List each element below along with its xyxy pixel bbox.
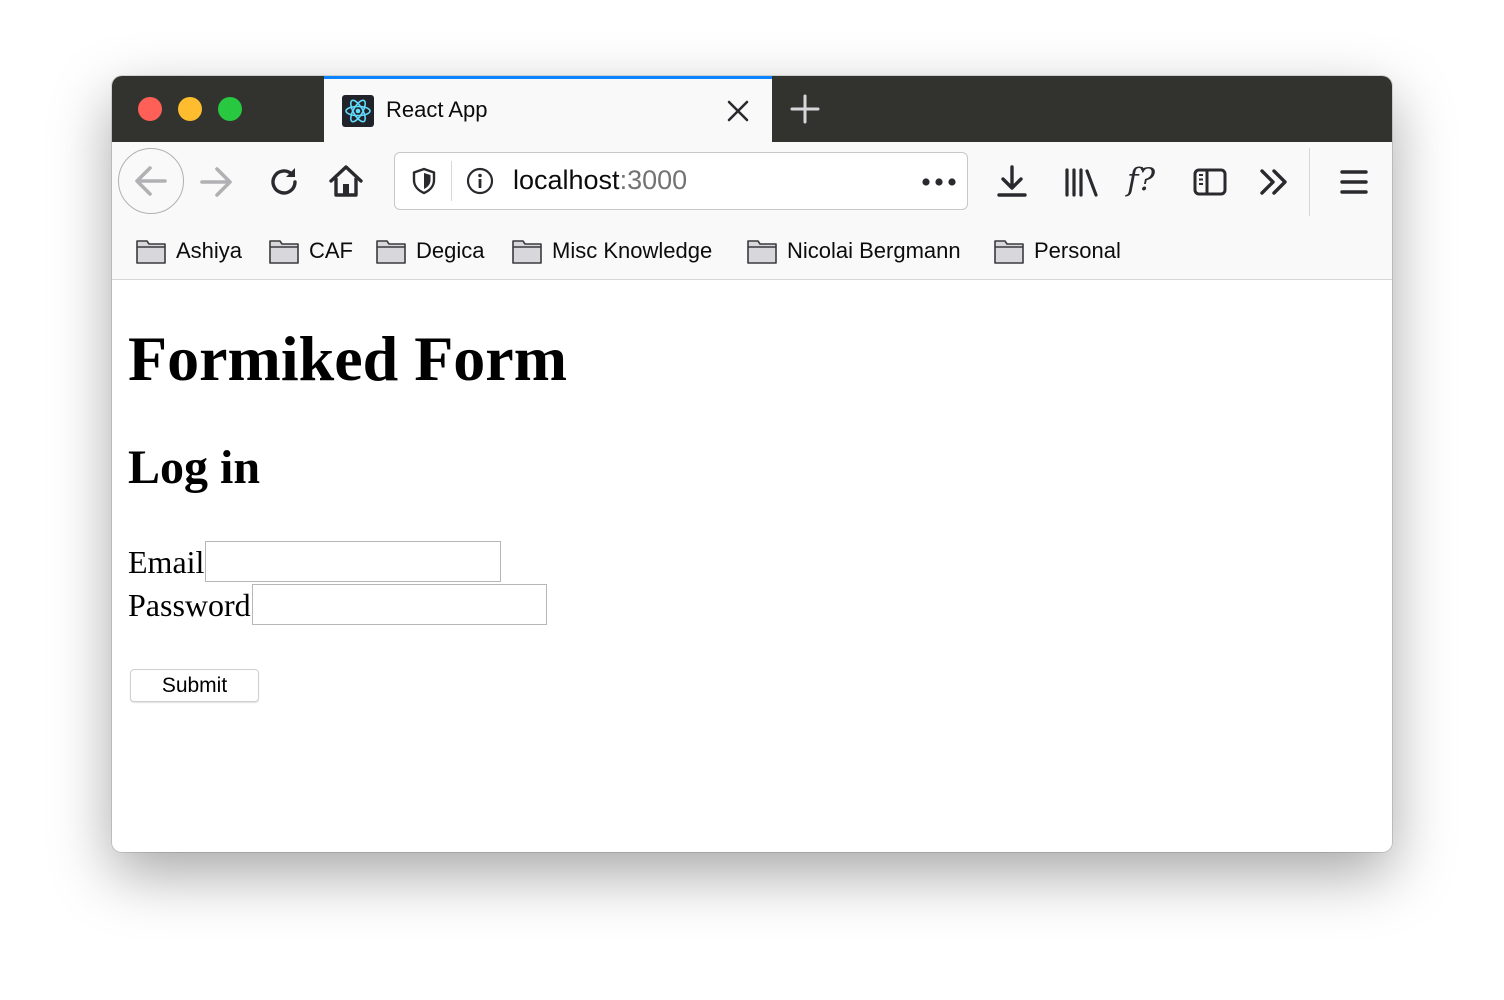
font-finder-button[interactable]: f?	[1124, 158, 1168, 202]
folder-icon	[376, 240, 406, 264]
bookmark-folder-personal[interactable]: Personal	[993, 235, 1121, 267]
submit-button[interactable]: Submit	[130, 669, 259, 702]
arrow-left-icon	[135, 166, 167, 196]
font-finder-icon: f?	[1125, 162, 1155, 198]
tab-react-app[interactable]: React App	[324, 76, 772, 142]
bookmark-folder-degica[interactable]: Degica	[375, 235, 484, 267]
email-label: Email	[128, 543, 205, 580]
url-text: localhost:3000	[513, 165, 687, 196]
tab-title: React App	[386, 97, 488, 122]
password-label: Password	[128, 586, 251, 623]
toolbar-separator	[1309, 148, 1310, 216]
menu-button[interactable]	[1334, 162, 1374, 202]
sidebar-toggle-button[interactable]	[1190, 162, 1230, 202]
password-row: Password	[128, 584, 547, 625]
minimize-window-button[interactable]	[178, 97, 202, 121]
reload-icon	[271, 168, 297, 195]
nav-toolbar: localhost:3000 f?	[112, 142, 1392, 222]
form-heading: Log in	[128, 441, 261, 494]
url-bar-divider	[451, 161, 452, 201]
hamburger-menu-icon	[1340, 170, 1368, 194]
bookmark-label: Misc Knowledge	[552, 238, 713, 263]
email-input[interactable]	[205, 541, 502, 582]
close-window-button[interactable]	[138, 97, 162, 121]
tracking-shield-icon[interactable]	[409, 166, 439, 196]
bookmarks-toolbar: Ashiya CAF Degica Misc Knowledge Nicolai…	[112, 222, 1392, 280]
bookmark-label: Personal	[1034, 238, 1121, 263]
page-content: Formiked Form Log in Email Password Subm…	[112, 280, 1392, 852]
email-row: Email	[128, 541, 502, 582]
svg-text:f?: f?	[1125, 162, 1155, 198]
folder-icon	[269, 240, 299, 264]
chevron-double-right-icon	[1260, 169, 1287, 195]
library-button[interactable]	[1060, 162, 1100, 202]
new-tab-plus-icon[interactable]	[788, 92, 822, 126]
bookmark-label: Nicolai Bergmann	[787, 238, 961, 263]
tab-bar: React App	[112, 76, 1392, 142]
page-title: Formiked Form	[128, 323, 567, 394]
bookmark-label: Degica	[416, 238, 485, 263]
bookmark-label: CAF	[309, 238, 353, 263]
download-icon	[997, 165, 1027, 197]
bookmark-folder-misc-knowledge[interactable]: Misc Knowledge	[511, 235, 712, 267]
maximize-window-button[interactable]	[218, 97, 242, 121]
folder-icon	[994, 240, 1024, 264]
folder-icon	[512, 240, 542, 264]
forward-button[interactable]	[196, 162, 236, 202]
url-host: localhost	[513, 165, 620, 195]
bookmark-folder-caf[interactable]: CAF	[268, 235, 353, 267]
browser-window: React App localhost:3000 f? Ashiya CAF D…	[112, 76, 1392, 852]
sidebar-icon	[1193, 168, 1227, 196]
bookmark-label: Ashiya	[176, 238, 243, 263]
bookmark-folder-nicolai-bergmann[interactable]: Nicolai Bergmann	[746, 235, 961, 267]
reload-button[interactable]	[264, 162, 304, 202]
back-button[interactable]	[118, 148, 184, 214]
site-info-icon[interactable]	[465, 166, 495, 196]
password-input[interactable]	[251, 584, 547, 625]
folder-icon	[136, 240, 166, 264]
close-tab-icon[interactable]	[722, 95, 754, 127]
arrow-right-icon	[200, 167, 232, 197]
library-icon	[1065, 168, 1098, 197]
react-logo-icon	[342, 95, 374, 127]
downloads-button[interactable]	[992, 162, 1032, 202]
bookmark-folder-ashiya[interactable]: Ashiya	[135, 235, 242, 267]
url-port: :3000	[619, 165, 688, 195]
folder-icon	[747, 240, 777, 264]
home-icon	[329, 165, 363, 197]
page-actions-ellipsis-icon[interactable]	[921, 176, 957, 188]
home-button[interactable]	[326, 161, 366, 201]
url-bar[interactable]: localhost:3000	[394, 152, 968, 210]
overflow-button[interactable]	[1254, 162, 1294, 202]
